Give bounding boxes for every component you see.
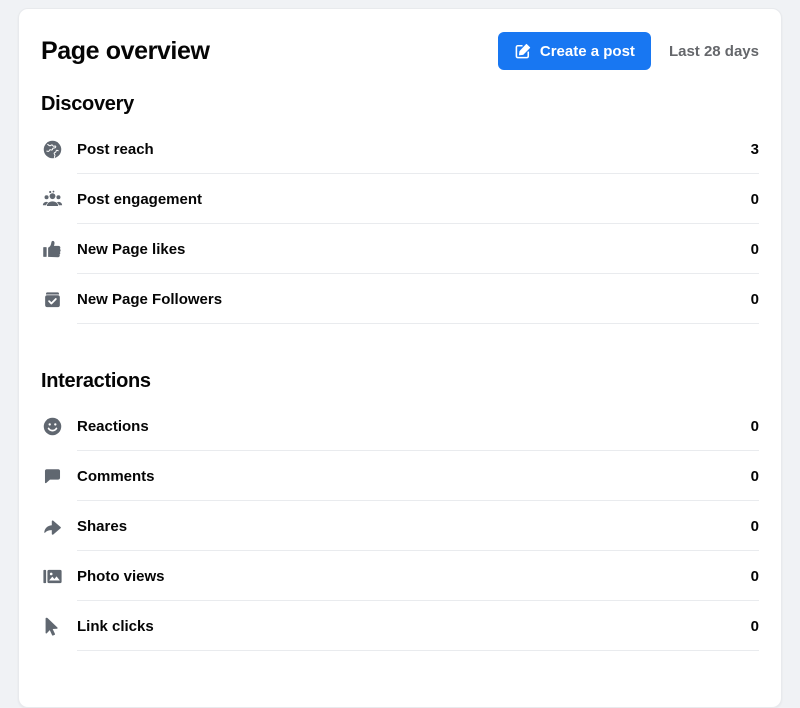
metric-row-shares[interactable]: Shares 0 [41,501,759,551]
metric-row-new-page-followers[interactable]: New Page Followers 0 [41,274,759,324]
people-group-icon [41,188,63,210]
page-title: Page overview [41,37,498,66]
metric-row-new-page-likes[interactable]: New Page likes 0 [41,224,759,274]
metric-row-comments[interactable]: Comments 0 [41,451,759,501]
metric-label: New Page likes [77,241,739,258]
metric-value: 0 [739,568,759,585]
photo-stack-icon [41,565,63,587]
page-overview-card: Page overview Create a post Last 28 days… [18,8,782,708]
metric-value: 0 [739,291,759,308]
metric-label: Post reach [77,141,739,158]
bag-check-icon [41,288,63,310]
section-title-discovery: Discovery [41,93,759,116]
metric-value: 0 [739,518,759,535]
metric-label: Comments [77,468,739,485]
metric-label: Reactions [77,418,739,435]
section-interactions: Interactions Reactions 0 Comments 0 [41,370,759,651]
metric-row-post-engagement[interactable]: Post engagement 0 [41,174,759,224]
metric-row-photo-views[interactable]: Photo views 0 [41,551,759,601]
create-post-label: Create a post [540,43,635,60]
globe-icon [41,138,63,160]
metric-value: 3 [739,141,759,158]
metric-value: 0 [739,468,759,485]
section-title-interactions: Interactions [41,370,759,393]
date-range-selector[interactable]: Last 28 days [669,43,759,60]
card-header: Page overview Create a post Last 28 days [41,9,759,87]
metric-value: 0 [739,191,759,208]
comment-icon [41,465,63,487]
metric-label: Shares [77,518,739,535]
create-post-button[interactable]: Create a post [498,32,651,70]
metric-row-link-clicks[interactable]: Link clicks 0 [41,601,759,651]
metric-row-reactions[interactable]: Reactions 0 [41,401,759,451]
metric-label: Post engagement [77,191,739,208]
thumbs-up-icon [41,238,63,260]
cursor-icon [41,615,63,637]
metric-label: New Page Followers [77,291,739,308]
section-discovery: Discovery Post reach 3 [41,93,759,324]
metric-value: 0 [739,618,759,635]
metric-value: 0 [739,418,759,435]
metric-row-post-reach[interactable]: Post reach 3 [41,124,759,174]
metric-label: Link clicks [77,618,739,635]
compose-icon [514,42,532,60]
share-arrow-icon [41,515,63,537]
metric-value: 0 [739,241,759,258]
smiley-icon [41,415,63,437]
metric-label: Photo views [77,568,739,585]
